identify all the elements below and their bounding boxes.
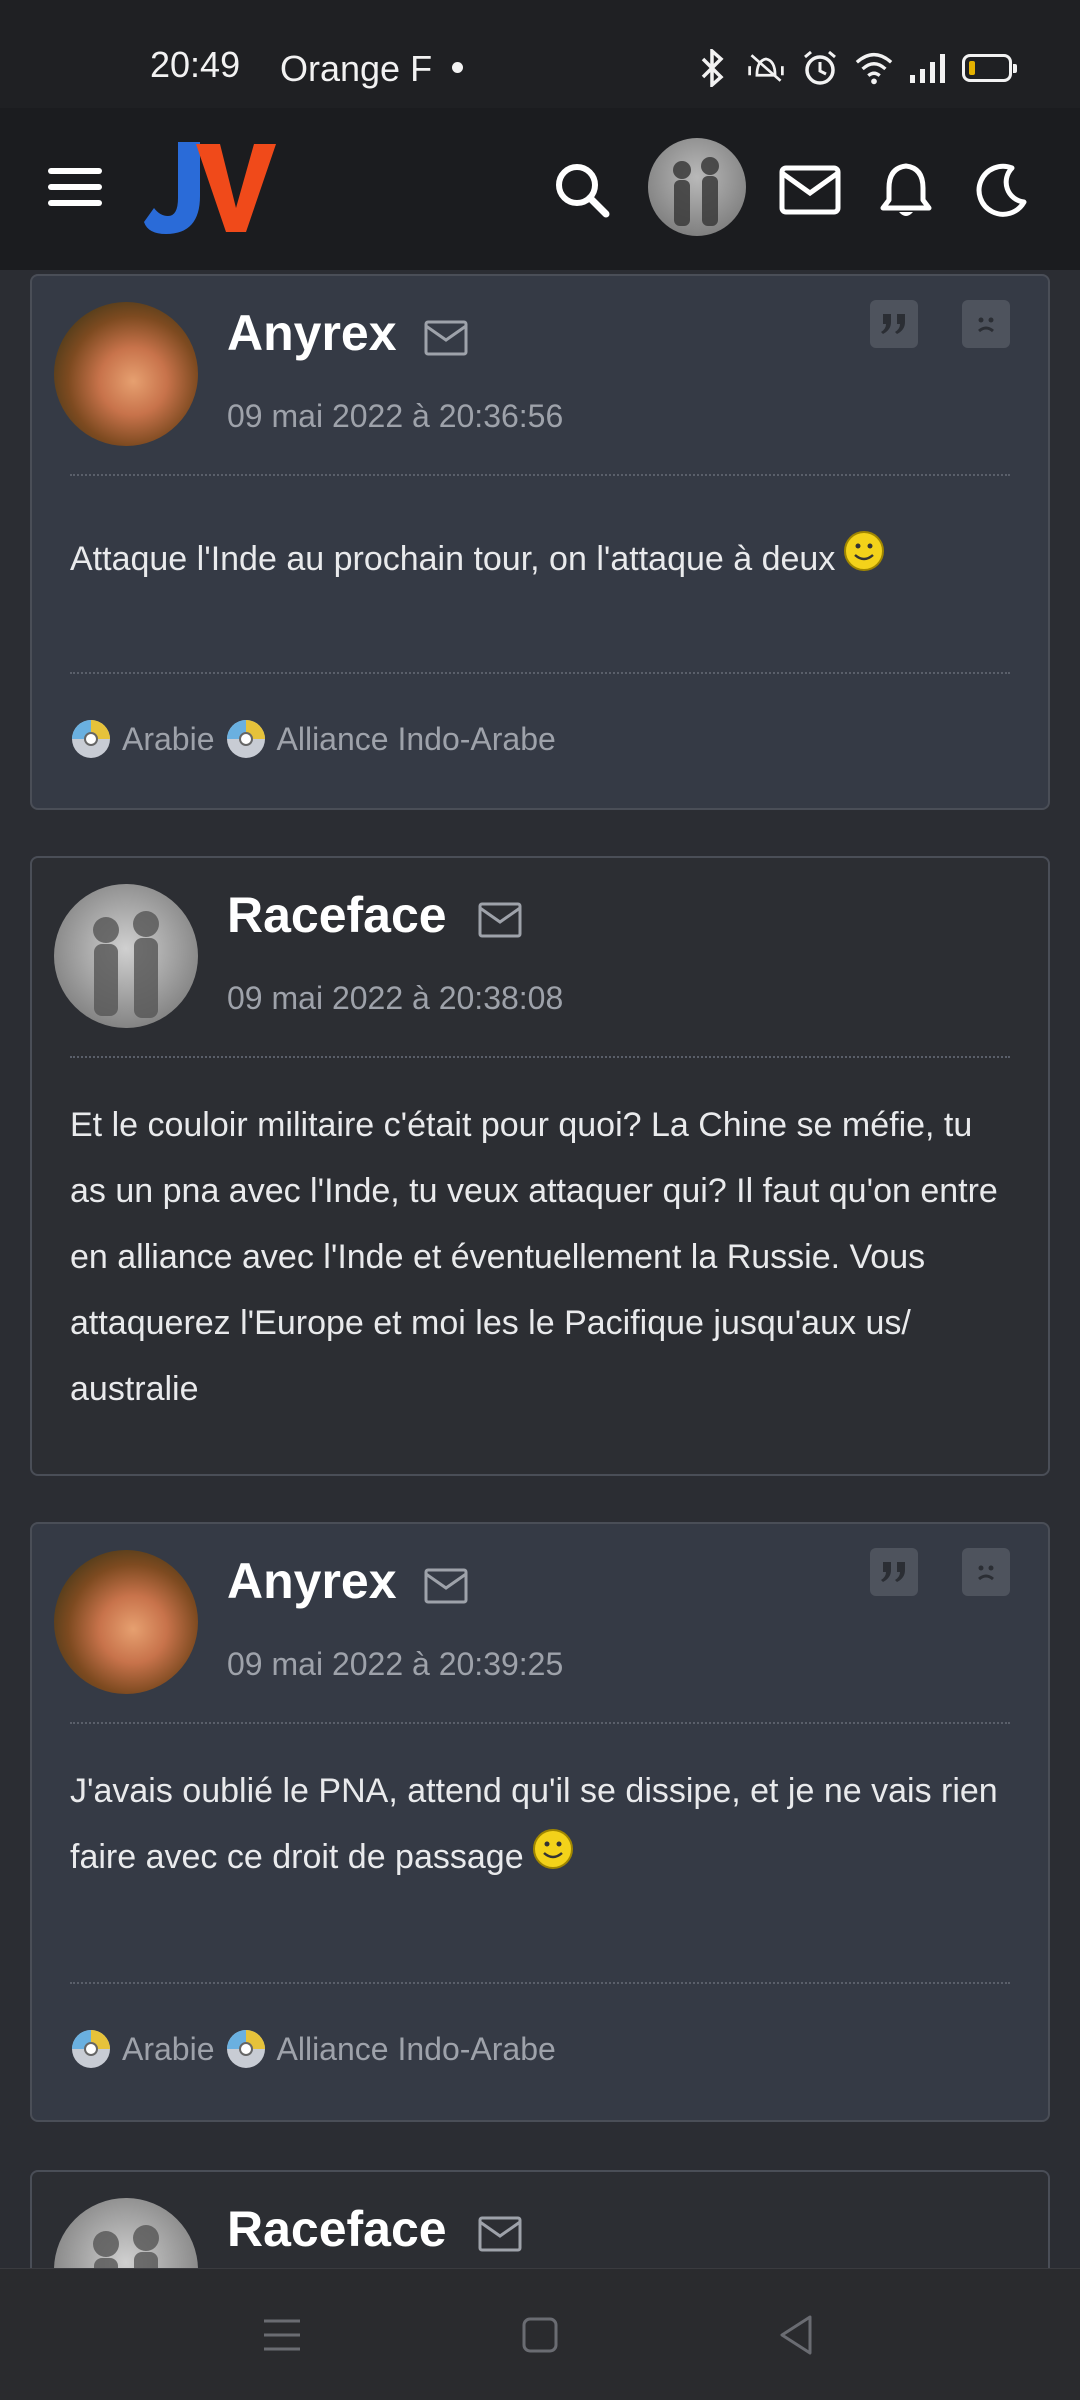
dark-mode-icon[interactable] <box>970 158 1034 222</box>
home-icon[interactable] <box>514 2309 566 2361</box>
signature-item: Alliance Indo-Arabe <box>276 720 556 757</box>
author-name[interactable]: Anyrex <box>227 1552 397 1610</box>
app-header <box>0 108 1080 270</box>
report-icon[interactable] <box>962 300 1010 348</box>
notification-dot <box>452 62 463 73</box>
status-icons <box>692 48 1017 88</box>
signature-item: Alliance Indo-Arabe <box>276 2030 556 2067</box>
private-message-icon[interactable] <box>478 902 522 938</box>
quote-icon[interactable] <box>870 1548 918 1596</box>
avatar[interactable] <box>54 2198 198 2268</box>
battery-icon <box>962 54 1017 82</box>
system-nav-bar <box>0 2268 1080 2400</box>
private-message-icon[interactable] <box>478 2216 522 2252</box>
message-body: Et le couloir militaire c'était pour quo… <box>70 1092 1008 1422</box>
signal-icon <box>908 48 948 88</box>
bell-icon[interactable] <box>874 158 938 222</box>
signature: Arabie Alliance Indo-Arabe <box>70 2028 556 2070</box>
signature: Arabie Alliance Indo-Arabe <box>70 718 556 760</box>
message-card: Raceface <box>30 2170 1050 2268</box>
bluetooth-icon <box>692 48 732 88</box>
status-bar: 20:49 Orange F <box>0 0 1080 108</box>
divider <box>70 474 1010 476</box>
menu-icon[interactable] <box>48 168 102 212</box>
search-icon[interactable] <box>550 158 614 222</box>
vibrate-off-icon <box>746 48 786 88</box>
smiley-icon <box>844 531 885 571</box>
private-message-icon[interactable] <box>424 1568 468 1604</box>
author-name[interactable]: Raceface <box>227 2200 447 2258</box>
signature-item: Arabie <box>122 720 215 757</box>
avatar[interactable] <box>54 884 198 1028</box>
avatar[interactable] <box>54 1550 198 1694</box>
message-date[interactable]: 09 mai 2022 à 20:36:56 <box>227 398 563 435</box>
message-body: Attaque l'Inde au prochain tour, on l'at… <box>70 526 1008 592</box>
divider <box>70 1722 1010 1724</box>
alarm-icon <box>800 48 840 88</box>
recents-icon[interactable] <box>256 2309 308 2361</box>
jv-logo[interactable] <box>140 134 280 244</box>
message-card: Raceface 09 mai 2022 à 20:38:08 Et le co… <box>30 856 1050 1476</box>
message-text: Et le couloir militaire c'était pour quo… <box>70 1106 998 1408</box>
private-message-icon[interactable] <box>424 320 468 356</box>
message-text: Attaque l'Inde au prochain tour, on l'at… <box>70 540 836 578</box>
author-name[interactable]: Raceface <box>227 886 447 944</box>
avatar[interactable] <box>648 138 746 236</box>
message-body: J'avais oublié le PNA, attend qu'il se d… <box>70 1758 1008 1890</box>
divider <box>70 1982 1010 1984</box>
topic-messages: Anyrex 09 mai 2022 à 20:36:56 Attaque l'… <box>0 270 1080 2268</box>
smiley-icon <box>532 1829 573 1869</box>
mail-icon[interactable] <box>778 158 842 222</box>
quote-icon[interactable] <box>870 300 918 348</box>
divider <box>70 1056 1010 1058</box>
disc-icon <box>72 720 110 758</box>
signature-item: Arabie <box>122 2030 215 2067</box>
disc-icon <box>226 2030 265 2068</box>
message-card: Anyrex 09 mai 2022 à 20:36:56 Attaque l'… <box>30 274 1050 810</box>
avatar[interactable] <box>54 302 198 446</box>
message-card: Anyrex 09 mai 2022 à 20:39:25 J'avais ou… <box>30 1522 1050 2122</box>
back-icon[interactable] <box>770 2309 822 2361</box>
status-carrier: Orange F <box>280 48 433 89</box>
message-date[interactable]: 09 mai 2022 à 20:39:25 <box>227 1646 563 1683</box>
disc-icon <box>226 720 265 758</box>
disc-icon <box>72 2030 110 2068</box>
author-name[interactable]: Anyrex <box>227 304 397 362</box>
status-time: 20:49 <box>150 44 241 85</box>
divider <box>70 672 1010 674</box>
wifi-icon <box>854 48 894 88</box>
message-date[interactable]: 09 mai 2022 à 20:38:08 <box>227 980 563 1017</box>
report-icon[interactable] <box>962 1548 1010 1596</box>
